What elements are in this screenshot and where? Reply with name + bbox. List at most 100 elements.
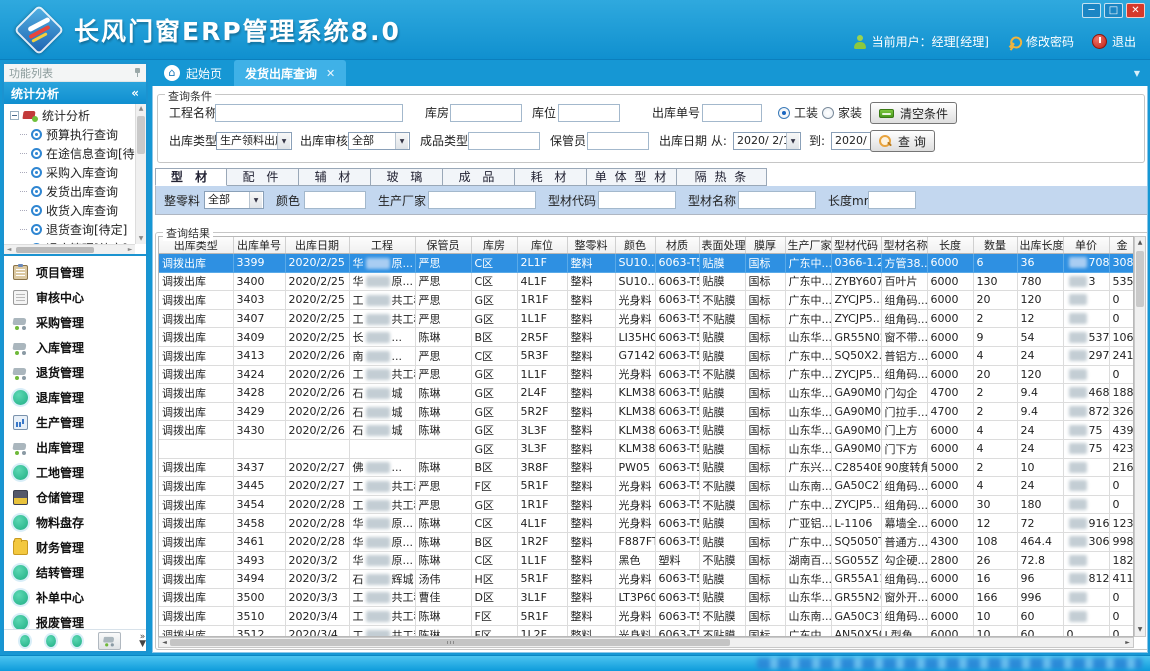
column-header[interactable]: 保管员 — [415, 237, 471, 254]
material-tab[interactable]: 型 材 — [155, 168, 227, 186]
tree-item[interactable]: 收货入库查询 — [10, 201, 135, 220]
keeper-input[interactable] — [587, 132, 649, 150]
sidebar-item-cart[interactable]: 采购管理 — [4, 310, 146, 335]
scroll-thumb[interactable] — [170, 639, 730, 646]
scroll-thumb[interactable] — [1136, 251, 1144, 307]
radio-jiazhuang[interactable]: 家装 — [822, 106, 862, 120]
material-tab[interactable]: 成 品 — [443, 168, 515, 186]
sidebar-item-house[interactable]: 仓储管理 — [4, 485, 146, 510]
table-row[interactable]: G区3L3F整料KLM38176063-T5贴膜国标山东华...GA90M09.… — [159, 439, 1134, 458]
tab-home[interactable]: ⌂ 起始页 — [152, 60, 234, 86]
sidebar-item-circle[interactable]: 物料盘存 — [4, 510, 146, 535]
table-vertical-scrollbar[interactable]: ▲ ▼ — [1134, 236, 1146, 637]
table-row[interactable]: 调拨出库34072020/2/25工共工程严思G区1L1F整料光身料6063-T… — [159, 309, 1134, 328]
scroll-thumb[interactable] — [16, 247, 94, 253]
column-header[interactable]: 材质 — [655, 237, 699, 254]
table-horizontal-scrollbar[interactable]: ◄ ► — [158, 637, 1134, 648]
column-header[interactable]: 颜色 — [615, 237, 655, 254]
table-row[interactable]: 调拨出库35102020/3/4工共工程陈琳F区5R1F整料光身料6063-T5… — [159, 607, 1134, 626]
sidebar-item-audit[interactable]: 审核中心 — [4, 285, 146, 310]
scroll-down-icon[interactable]: ▼ — [136, 234, 146, 244]
column-header[interactable]: 表面处理 — [699, 237, 745, 254]
maker-input[interactable] — [428, 191, 536, 209]
tree-expander-icon[interactable] — [10, 111, 19, 120]
scroll-up-icon[interactable]: ▲ — [136, 104, 146, 114]
out-audit-select[interactable]: 全部 — [348, 132, 410, 150]
module-dot-icon[interactable] — [20, 635, 30, 647]
column-header[interactable]: 生产厂家 — [785, 237, 831, 254]
table-row[interactable]: 调拨出库34092020/2/25长...陈琳B区2R5F整料LI35HO606… — [159, 328, 1134, 347]
column-header[interactable]: 金 — [1109, 237, 1134, 254]
column-header[interactable]: 工程 — [349, 237, 415, 254]
location-input[interactable] — [558, 104, 620, 122]
tree-item[interactable]: 发货出库查询 — [10, 182, 135, 201]
table-row[interactable]: 调拨出库35002020/3/3工共工程曹佳D区3L1F整料LT3P606063… — [159, 588, 1134, 607]
table-row[interactable]: 调拨出库34452020/2/27工共工程严思F区5R1F整料光身料6063-T… — [159, 477, 1134, 496]
column-header[interactable]: 出库单号 — [233, 237, 285, 254]
tree-root[interactable]: 统计分析 — [10, 106, 135, 125]
radio-gongzhuang[interactable]: 工装 — [778, 106, 818, 120]
table-row[interactable]: 调拨出库34582020/2/28华原...陈琳C区4L1F整料光身料6063-… — [159, 514, 1134, 533]
profile-name-input[interactable] — [738, 191, 816, 209]
tab-overflow-icon[interactable]: ▼ — [1134, 69, 1140, 78]
sidebar-item-circle[interactable]: 补单中心 — [4, 585, 146, 610]
logout-button[interactable]: 退出 — [1092, 33, 1136, 50]
sidebar-item-cart[interactable]: 入库管理 — [4, 335, 146, 360]
date-from-select[interactable]: 2020/ 2/16 — [733, 132, 801, 150]
change-password-button[interactable]: 修改密码 — [1007, 33, 1074, 50]
table-row[interactable]: 调拨出库35122020/3/4工共工程陈琳F区1L2F整料光身料6063-T5… — [159, 625, 1134, 637]
table-row[interactable]: 调拨出库34372020/2/27佛...陈琳B区3R8F整料PW056063-… — [159, 458, 1134, 477]
table-row[interactable]: 调拨出库34612020/2/28华原...陈琳B区1R2F整料F887FT60… — [159, 532, 1134, 551]
column-header[interactable]: 型材代码 — [831, 237, 881, 254]
sidebar-item-clipboard[interactable]: 项目管理 — [4, 260, 146, 285]
sidebar-item-circle[interactable]: 结转管理 — [4, 560, 146, 585]
scroll-right-icon[interactable]: ► — [125, 246, 135, 253]
color-input[interactable] — [304, 191, 366, 209]
clear-conditions-button[interactable]: 清空条件 — [870, 102, 957, 124]
order-no-input[interactable] — [702, 104, 762, 122]
table-row[interactable]: 调拨出库34932020/3/2华原...陈琳C区1L1F整料黑色塑料不贴膜国标… — [159, 551, 1134, 570]
search-button[interactable]: 查 询 — [870, 130, 935, 152]
table-row[interactable]: 调拨出库34542020/2/28工共工程严思G区1R1F整料光身料6063-T… — [159, 495, 1134, 514]
sidebar-item-circle[interactable]: 工地管理 — [4, 460, 146, 485]
material-tab[interactable]: 单 体 型 材 — [587, 168, 677, 186]
table-row[interactable]: 调拨出库33992020/2/25华原...严思C区2L1F整料SU10...6… — [159, 254, 1134, 273]
tree-item[interactable]: 退货查询[待定] — [10, 220, 135, 239]
collapse-icon[interactable]: « — [131, 86, 139, 100]
column-header[interactable]: 出库日期 — [285, 237, 349, 254]
material-tab[interactable]: 配 件 — [227, 168, 299, 186]
whole-part-select[interactable]: 全部 — [204, 191, 264, 209]
column-header[interactable]: 膜厚 — [745, 237, 785, 254]
tree-horizontal-scrollbar[interactable]: ◄ ► — [4, 244, 135, 254]
column-header[interactable]: 出库长度 — [1017, 237, 1063, 254]
warehouse-input[interactable] — [450, 104, 522, 122]
project-name-input[interactable] — [215, 104, 403, 122]
pin-icon[interactable] — [134, 68, 141, 77]
sidebar-item-circle[interactable]: 退库管理 — [4, 385, 146, 410]
table-row[interactable]: 调拨出库34032020/2/25工共工程严思G区1R1F整料光身料6063-T… — [159, 291, 1134, 310]
tab-shipping-outbound-query[interactable]: 发货出库查询 ✕ — [234, 60, 346, 86]
column-header[interactable]: 型材名称 — [881, 237, 927, 254]
material-tab[interactable]: 耗 材 — [515, 168, 587, 186]
table-row[interactable]: 调拨出库34242020/2/26工共工程严思G区1L1F整料光身料6063-T… — [159, 365, 1134, 384]
table-row[interactable]: 调拨出库34302020/2/26石城陈琳G区3L3F整料KLM38176063… — [159, 421, 1134, 440]
column-header[interactable]: 库房 — [471, 237, 517, 254]
tree-item[interactable]: 在途信息查询[待 — [10, 144, 135, 163]
column-header[interactable]: 数量 — [973, 237, 1017, 254]
module-dot-icon[interactable] — [46, 635, 56, 647]
scroll-left-icon[interactable]: ◄ — [159, 639, 170, 646]
maximize-icon[interactable]: □ — [1104, 3, 1123, 18]
column-header[interactable]: 单价 — [1063, 237, 1109, 254]
scroll-left-icon[interactable]: ◄ — [4, 246, 14, 253]
sidebar-item-folder[interactable]: 财务管理 — [4, 535, 146, 560]
column-header[interactable]: 库位 — [517, 237, 567, 254]
column-header[interactable]: 长度 — [927, 237, 973, 254]
length-input[interactable] — [868, 191, 916, 209]
table-row[interactable]: 调拨出库34292020/2/26石城陈琳G区5R2F整料KLM38176063… — [159, 402, 1134, 421]
table-row[interactable]: 调拨出库34942020/3/2石辉城汤伟H区5R1F整料光身料6063-T5贴… — [159, 570, 1134, 589]
sidebar-item-chart[interactable]: 生产管理 — [4, 410, 146, 435]
sidebar-item-cart[interactable]: 出库管理 — [4, 435, 146, 460]
tree-item[interactable]: 预算执行查询 — [10, 125, 135, 144]
scroll-down-icon[interactable]: ▼ — [1135, 624, 1145, 636]
tree-vertical-scrollbar[interactable]: ▲ ▼ — [135, 104, 146, 244]
